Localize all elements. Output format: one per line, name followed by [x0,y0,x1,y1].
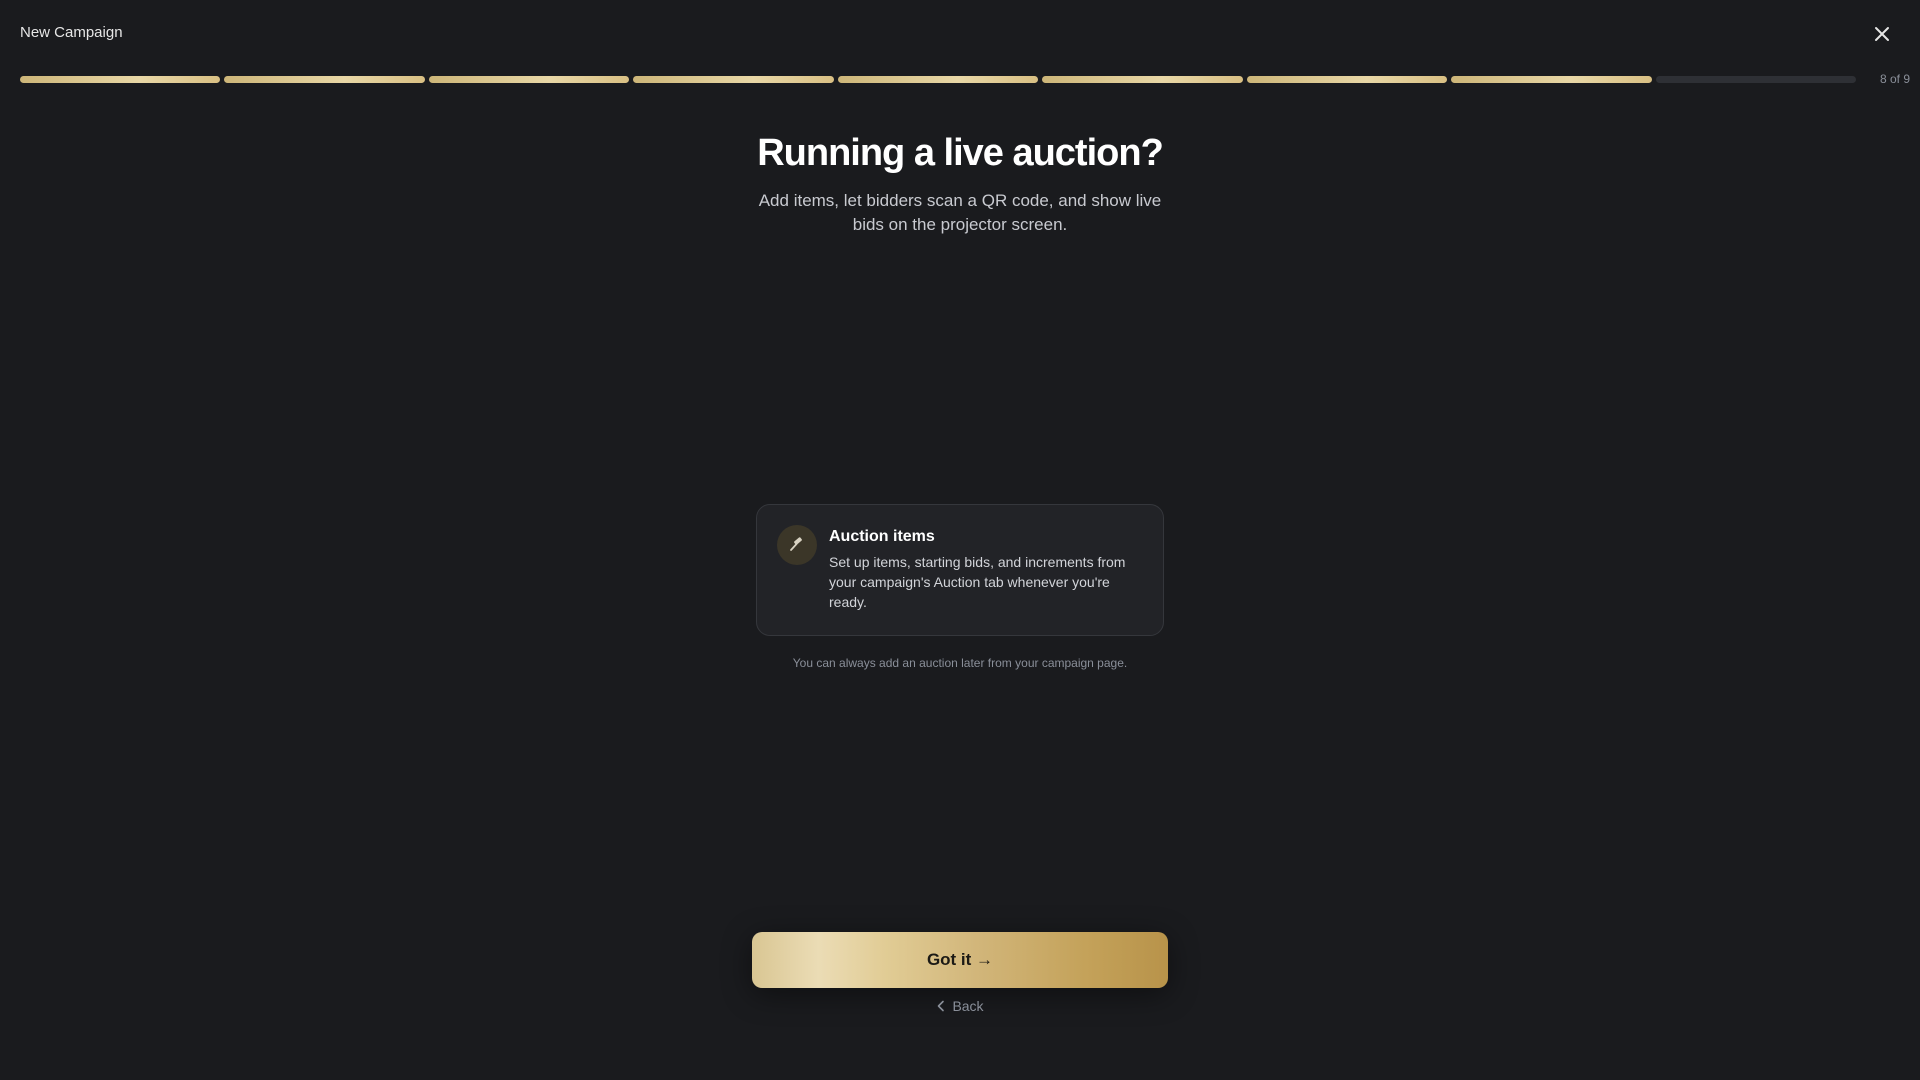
back-label: Back [952,998,984,1014]
close-button[interactable] [1868,22,1896,46]
progress-segment-9 [1655,76,1856,83]
card-title: Auction items [829,528,935,545]
chevron-left-icon [938,1000,945,1012]
progress-segment-3 [428,76,630,83]
step-counter: 8 of 9 [1879,72,1910,86]
progress-segment-1 [20,76,221,83]
progress-segment-5 [837,76,1039,83]
got-it-button[interactable]: Got it → [752,932,1168,988]
top-bar: New Campaign [0,0,1920,68]
page-subtitle: Add items, let bidders scan a QR code, a… [758,191,1162,234]
auction-items-card: Auction items Set up items, starting bid… [756,504,1164,636]
progress-segment-6 [1042,76,1243,83]
gavel-icon [777,525,817,565]
close-icon [1875,27,1889,41]
page-title: Running a live auction? [757,132,1164,174]
window-title: New Campaign [20,24,123,41]
helper-note: You can always add an auction later from… [792,656,1128,670]
progress-segment-7 [1246,76,1448,83]
card-description: Set up items, starting bids, and increme… [829,554,1126,610]
back-button[interactable]: Back [0,996,1920,1016]
step-progress-bar [20,76,1856,84]
progress-segment-8 [1451,76,1652,83]
progress-segment-4 [633,76,834,83]
progress-segment-2 [224,76,425,83]
